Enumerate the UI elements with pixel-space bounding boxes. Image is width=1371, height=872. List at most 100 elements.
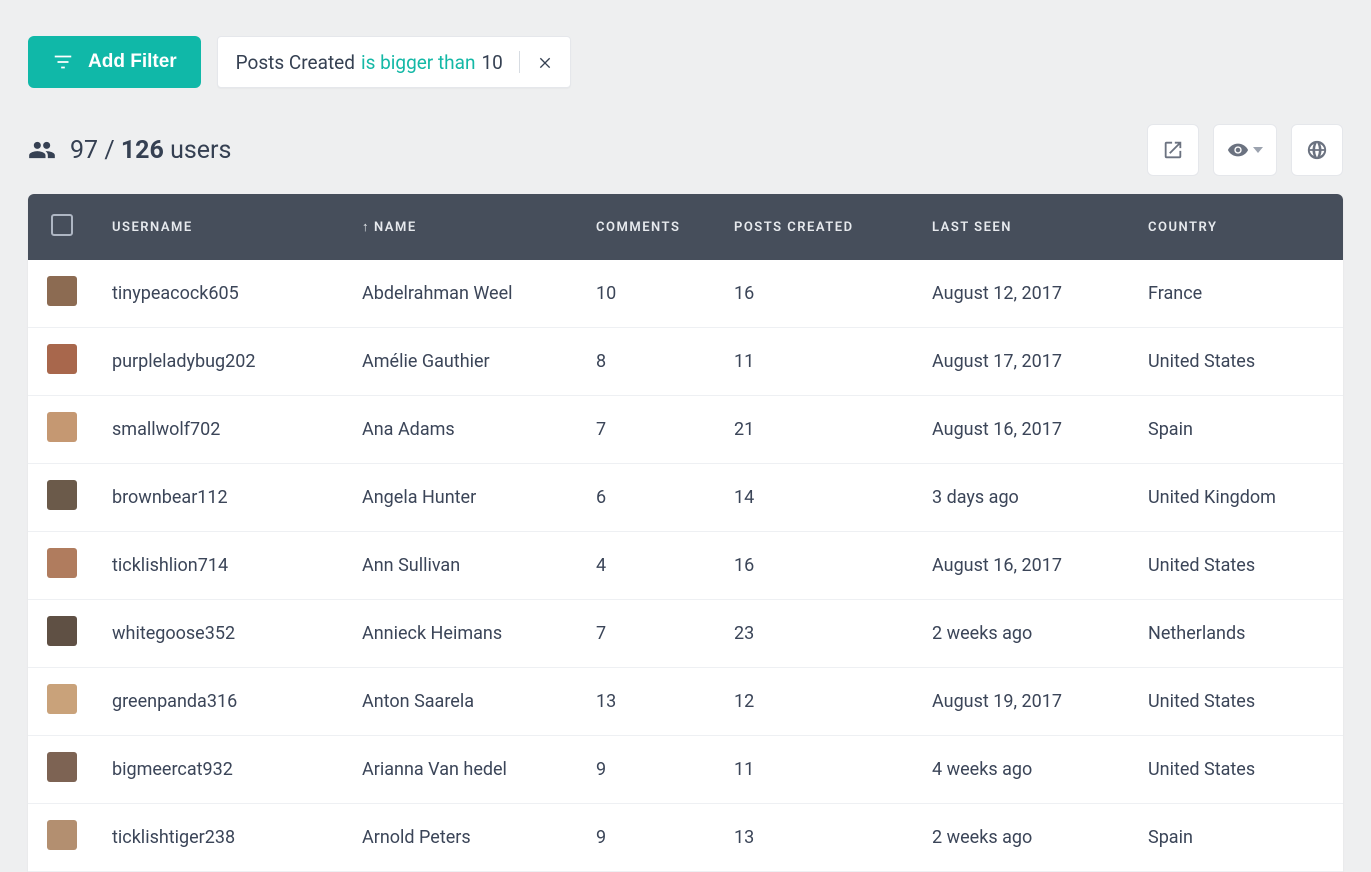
- cell-last-seen: 4 weeks ago: [916, 736, 1132, 804]
- filter-chip[interactable]: Posts Created is bigger than 10: [217, 36, 571, 88]
- cell-country: United States: [1132, 668, 1343, 736]
- cell-username: whitegoose352: [96, 600, 346, 668]
- table-row[interactable]: whitegoose352Annieck Heimans7232 weeks a…: [28, 600, 1343, 668]
- globe-icon: [1306, 139, 1328, 161]
- cell-name: Amélie Gauthier: [346, 328, 580, 396]
- public-button[interactable]: [1291, 124, 1343, 176]
- cell-posts: 13: [718, 804, 916, 872]
- cell-posts: 12: [718, 668, 916, 736]
- cell-username: purpleladybug202: [96, 328, 346, 396]
- cell-country: Spain: [1132, 396, 1343, 464]
- table-row[interactable]: tinypeacock605Abdelrahman Weel1016August…: [28, 260, 1343, 328]
- visibility-dropdown-button[interactable]: [1213, 124, 1277, 176]
- avatar: [47, 752, 77, 782]
- filter-toolbar: Add Filter Posts Created is bigger than …: [28, 36, 1343, 88]
- open-external-button[interactable]: [1147, 124, 1199, 176]
- table-row[interactable]: ticklishtiger238Arnold Peters9132 weeks …: [28, 804, 1343, 872]
- filter-icon: [52, 51, 74, 73]
- sort-ascending-icon: ↑: [362, 220, 370, 235]
- avatar: [47, 684, 77, 714]
- add-filter-label: Add Filter: [88, 51, 177, 73]
- table-row[interactable]: purpleladybug202Amélie Gauthier811August…: [28, 328, 1343, 396]
- cell-comments: 9: [580, 804, 718, 872]
- cell-last-seen: August 16, 2017: [916, 532, 1132, 600]
- cell-last-seen: 2 weeks ago: [916, 804, 1132, 872]
- people-icon: [28, 136, 56, 164]
- add-filter-button[interactable]: Add Filter: [28, 36, 201, 88]
- cell-username: tinypeacock605: [96, 260, 346, 328]
- cell-last-seen: August 12, 2017: [916, 260, 1132, 328]
- table-row[interactable]: smallwolf702Ana Adams721August 16, 2017S…: [28, 396, 1343, 464]
- cell-name: Abdelrahman Weel: [346, 260, 580, 328]
- column-header-comments[interactable]: COMMENTS: [580, 194, 718, 260]
- cell-last-seen: August 19, 2017: [916, 668, 1132, 736]
- table-row[interactable]: brownbear112Angela Hunter6143 days agoUn…: [28, 464, 1343, 532]
- cell-name: Arnold Peters: [346, 804, 580, 872]
- cell-last-seen: 2 weeks ago: [916, 600, 1132, 668]
- count-total: 126: [121, 136, 164, 165]
- count-filtered: 97: [70, 136, 98, 165]
- avatar: [47, 616, 77, 646]
- avatar: [47, 820, 77, 850]
- avatar: [47, 276, 77, 306]
- cell-username: smallwolf702: [96, 396, 346, 464]
- cell-country: United States: [1132, 328, 1343, 396]
- filter-chip-separator: [519, 51, 520, 73]
- count-separator: /: [104, 136, 114, 165]
- cell-last-seen: 3 days ago: [916, 464, 1132, 532]
- cell-name: Anton Saarela: [346, 668, 580, 736]
- users-table: USERNAME ↑NAME COMMENTS POSTS CREATED LA…: [28, 194, 1343, 872]
- cell-last-seen: August 17, 2017: [916, 328, 1132, 396]
- filter-chip-operator: is bigger than: [361, 51, 476, 74]
- table-row[interactable]: greenpanda316Anton Saarela1312August 19,…: [28, 668, 1343, 736]
- cell-username: bigmeercat932: [96, 736, 346, 804]
- cell-name: Arianna Van hedel: [346, 736, 580, 804]
- cell-country: United States: [1132, 532, 1343, 600]
- record-count: 97 / 126 users: [28, 136, 231, 165]
- filter-chip-field: Posts Created: [236, 51, 355, 74]
- cell-username: ticklishtiger238: [96, 804, 346, 872]
- column-header-username[interactable]: USERNAME: [96, 194, 346, 260]
- cell-posts: 14: [718, 464, 916, 532]
- cell-comments: 13: [580, 668, 718, 736]
- eye-icon: [1227, 139, 1249, 161]
- cell-country: United States: [1132, 736, 1343, 804]
- cell-comments: 6: [580, 464, 718, 532]
- cell-comments: 8: [580, 328, 718, 396]
- cell-name: Annieck Heimans: [346, 600, 580, 668]
- avatar: [47, 548, 77, 578]
- filter-chip-remove-button[interactable]: [534, 51, 556, 73]
- cell-name: Angela Hunter: [346, 464, 580, 532]
- cell-country: Netherlands: [1132, 600, 1343, 668]
- cell-posts: 16: [718, 260, 916, 328]
- column-header-name[interactable]: ↑NAME: [346, 194, 580, 260]
- column-header-select[interactable]: [28, 194, 96, 260]
- avatar: [47, 480, 77, 510]
- column-header-last-seen[interactable]: LAST SEEN: [916, 194, 1132, 260]
- count-unit: users: [170, 136, 231, 165]
- table-actions: [1147, 124, 1343, 176]
- summary-row: 97 / 126 users: [28, 124, 1343, 176]
- cell-posts: 23: [718, 600, 916, 668]
- cell-posts: 21: [718, 396, 916, 464]
- table-header: USERNAME ↑NAME COMMENTS POSTS CREATED LA…: [28, 194, 1343, 260]
- table-row[interactable]: ticklishlion714Ann Sullivan416August 16,…: [28, 532, 1343, 600]
- cell-name: Ana Adams: [346, 396, 580, 464]
- avatar: [47, 344, 77, 374]
- column-header-posts[interactable]: POSTS CREATED: [718, 194, 916, 260]
- cell-comments: 4: [580, 532, 718, 600]
- cell-username: ticklishlion714: [96, 532, 346, 600]
- cell-comments: 10: [580, 260, 718, 328]
- open-external-icon: [1162, 139, 1184, 161]
- cell-comments: 9: [580, 736, 718, 804]
- cell-posts: 11: [718, 328, 916, 396]
- avatar: [47, 412, 77, 442]
- cell-posts: 11: [718, 736, 916, 804]
- cell-last-seen: August 16, 2017: [916, 396, 1132, 464]
- cell-comments: 7: [580, 396, 718, 464]
- table-row[interactable]: bigmeercat932Arianna Van hedel9114 weeks…: [28, 736, 1343, 804]
- column-header-country[interactable]: COUNTRY: [1132, 194, 1343, 260]
- select-all-checkbox[interactable]: [51, 214, 73, 236]
- cell-comments: 7: [580, 600, 718, 668]
- close-icon: [537, 54, 553, 70]
